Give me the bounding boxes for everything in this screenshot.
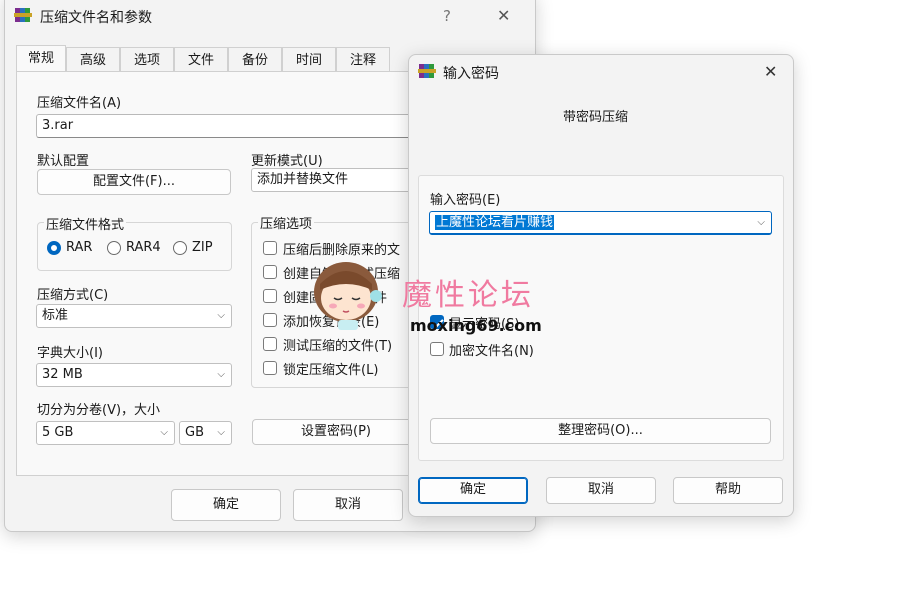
- dict-select[interactable]: 32 MB ⌵: [36, 363, 232, 387]
- tab-time[interactable]: 时间: [282, 47, 336, 72]
- sfx-checkbox[interactable]: [263, 265, 277, 279]
- password-ok-button[interactable]: 确定: [418, 477, 528, 504]
- test-files-label: 测试压缩的文件(T): [283, 339, 393, 354]
- encrypt-names-label: 加密文件名(N): [449, 344, 534, 359]
- dict-label: 字典大小(I): [37, 346, 103, 361]
- watermark-mascot: [306, 254, 406, 334]
- tab-files[interactable]: 文件: [174, 47, 228, 72]
- tab-options[interactable]: 选项: [120, 47, 174, 72]
- main-ok-button[interactable]: 确定: [171, 489, 281, 521]
- close-icon[interactable]: ✕: [497, 6, 510, 25]
- format-zip-radio[interactable]: [173, 241, 187, 255]
- tab-advanced[interactable]: 高级: [66, 47, 120, 72]
- help-icon[interactable]: ?: [443, 7, 451, 25]
- encrypt-names-checkbox[interactable]: [430, 342, 444, 356]
- password-input[interactable]: 上魔性论坛看片赚钱 ⌵: [429, 211, 772, 235]
- password-help-button[interactable]: 帮助: [673, 477, 783, 504]
- password-dialog-title: 输入密码: [443, 66, 499, 82]
- chevron-down-icon[interactable]: ⌵: [757, 212, 765, 233]
- tab-backup[interactable]: 备份: [228, 47, 282, 72]
- password-label: 输入密码(E): [430, 193, 501, 208]
- split-size-select[interactable]: 5 GB ⌵: [36, 421, 175, 445]
- test-files-checkbox[interactable]: [263, 337, 277, 351]
- solid-checkbox[interactable]: [263, 289, 277, 303]
- update-mode-select[interactable]: 添加并替换文件: [251, 168, 416, 192]
- format-rar4-label: RAR4: [126, 240, 161, 255]
- recovery-record-checkbox[interactable]: [263, 313, 277, 327]
- chevron-down-icon: ⌵: [217, 369, 225, 380]
- password-dialog-heading: 带密码压缩: [563, 110, 629, 125]
- method-select[interactable]: 标准 ⌵: [36, 304, 232, 328]
- format-zip-label: ZIP: [192, 240, 213, 255]
- watermark-site-name: 魔性论坛: [402, 278, 534, 313]
- tab-general[interactable]: 常规: [16, 45, 66, 72]
- options-group-label: 压缩选项: [258, 213, 315, 232]
- set-password-button[interactable]: 设置密码(P): [252, 419, 420, 445]
- main-cancel-button[interactable]: 取消: [293, 489, 403, 521]
- split-unit-value: GB: [185, 425, 204, 440]
- lock-archive-checkbox[interactable]: [263, 361, 277, 375]
- password-cancel-button[interactable]: 取消: [546, 477, 656, 504]
- profiles-button[interactable]: 配置文件(F)...: [37, 169, 231, 195]
- winrar-icon: [14, 7, 32, 23]
- archive-name-label: 压缩文件名(A): [37, 96, 122, 111]
- organize-passwords-button[interactable]: 整理密码(O)...: [430, 418, 771, 444]
- chevron-down-icon: ⌵: [160, 427, 168, 438]
- winrar-icon: [418, 63, 436, 79]
- chevron-down-icon: ⌵: [217, 310, 225, 321]
- lock-archive-label: 锁定压缩文件(L): [283, 363, 379, 378]
- format-rar-label: RAR: [66, 240, 93, 255]
- main-dialog-title: 压缩文件名和参数: [40, 10, 152, 26]
- split-size-value: 5 GB: [42, 425, 74, 440]
- watermark-domain: moxing69.com: [410, 316, 542, 335]
- archive-name-input[interactable]: 3.rar: [36, 114, 416, 138]
- method-label: 压缩方式(C): [37, 288, 109, 303]
- split-label: 切分为分卷(V)，大小: [37, 403, 161, 418]
- default-profile-label: 默认配置: [37, 154, 90, 169]
- chevron-down-icon: ⌵: [217, 427, 225, 438]
- update-mode-label: 更新模式(U): [251, 154, 323, 169]
- format-group-label: 压缩文件格式: [44, 214, 127, 233]
- method-value: 标准: [42, 308, 69, 323]
- dict-value: 32 MB: [42, 367, 83, 382]
- password-value: 上魔性论坛看片赚钱: [435, 215, 555, 230]
- tab-comment[interactable]: 注释: [336, 47, 390, 72]
- format-rar4-radio[interactable]: [107, 241, 121, 255]
- format-rar-radio[interactable]: [47, 241, 61, 255]
- delete-after-checkbox[interactable]: [263, 241, 277, 255]
- close-icon[interactable]: ✕: [764, 62, 777, 81]
- split-unit-select[interactable]: GB ⌵: [179, 421, 232, 445]
